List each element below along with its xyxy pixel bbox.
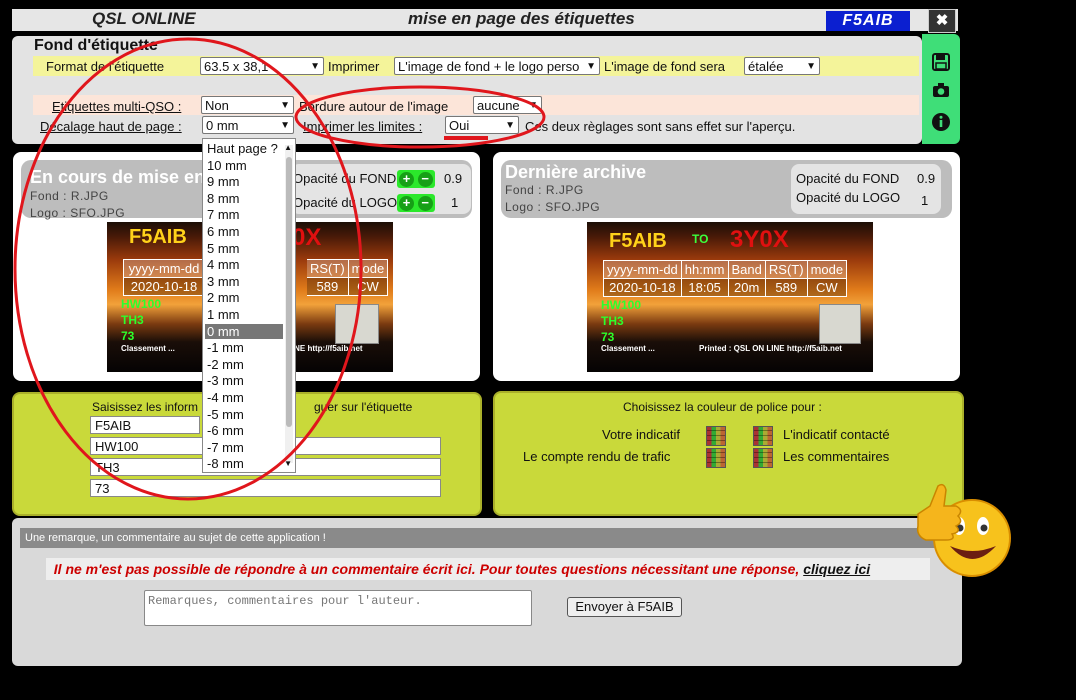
thumbs-up-smiley-icon	[916, 483, 1011, 577]
annotation-ellipse-large	[13, 37, 363, 501]
annotation-ellipse-small	[294, 85, 546, 149]
annotation-overlay	[13, 37, 546, 501]
